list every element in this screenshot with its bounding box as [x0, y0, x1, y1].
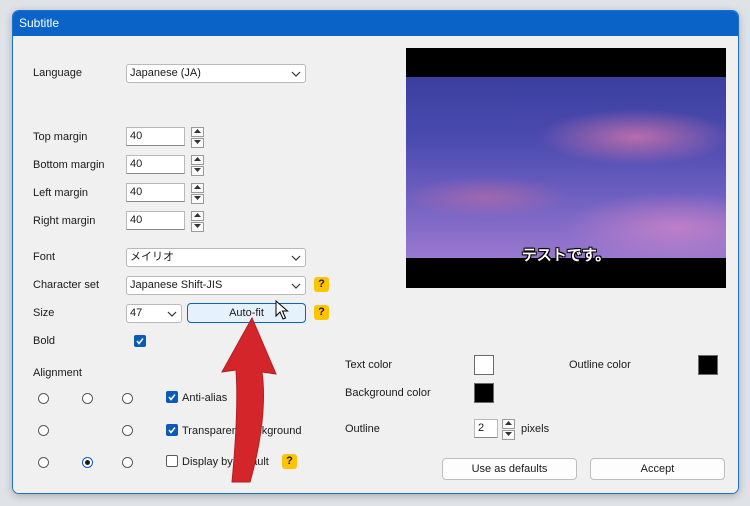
annotation-overlay	[221, 299, 289, 483]
mouse-pointer-icon	[275, 299, 289, 320]
red-arrow-icon	[221, 316, 277, 483]
